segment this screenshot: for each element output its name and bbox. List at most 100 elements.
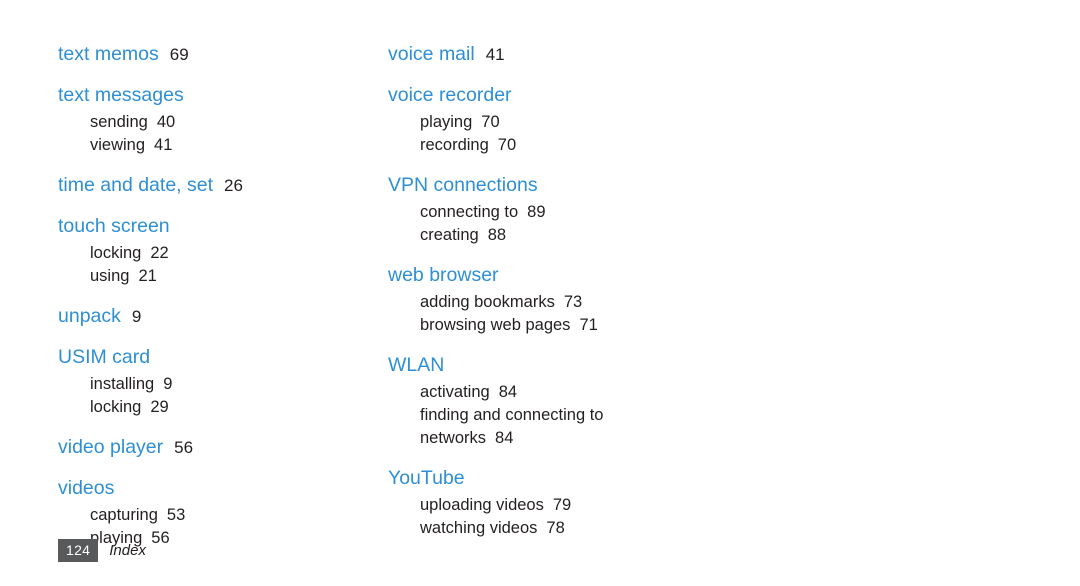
index-term-label: text messages: [58, 84, 184, 106]
index-subentry-page: 70: [497, 136, 517, 154]
index-entry: voice recorder playing 70 recording 70: [388, 79, 718, 169]
index-subentry[interactable]: using 21: [90, 265, 388, 288]
index-subentry-label: locking: [90, 244, 142, 262]
index-term-label: videos: [58, 477, 115, 499]
index-term-label: VPN connections: [388, 174, 538, 196]
index-subentry-page: 88: [487, 226, 507, 244]
entry-spacer: [58, 157, 388, 169]
index-entry: USIM card installing 9 locking 29: [58, 341, 388, 431]
index-subentry[interactable]: watching videos 78: [420, 517, 718, 540]
index-subentry-page: 29: [150, 398, 169, 416]
index-subentry[interactable]: finding and connecting to: [420, 404, 718, 427]
index-subentry-label: installing: [90, 375, 155, 393]
entry-spacer: [388, 71, 718, 79]
entry-spacer: [388, 247, 718, 259]
index-entry: touch screen locking 22 using 21: [58, 210, 388, 300]
index-columns: text memos 69 text messages sending 40 viewin…: [0, 38, 1080, 562]
index-subentry-page: 40: [156, 113, 176, 131]
index-subentry-label: capturing: [90, 506, 158, 524]
index-term-page: 41: [485, 45, 505, 64]
entry-spacer: [58, 202, 388, 210]
index-term-label: USIM card: [58, 346, 151, 368]
index-entry: time and date, set 26: [58, 169, 388, 210]
index-subentry[interactable]: creating 88: [420, 224, 718, 247]
index-subentry[interactable]: capturing 53: [90, 504, 388, 527]
entry-spacer: [388, 157, 718, 169]
index-subentry[interactable]: uploading videos 79: [420, 494, 718, 517]
index-subentry[interactable]: viewing 41: [90, 134, 388, 157]
index-subentry[interactable]: installing 9: [90, 373, 388, 396]
index-subentry-page: 79: [552, 496, 572, 514]
index-term-page: 26: [224, 176, 243, 195]
index-entry-term[interactable]: unpack 9: [58, 300, 388, 333]
index-subentry-label: playing: [420, 113, 473, 131]
index-subentry[interactable]: locking 22: [90, 242, 388, 265]
index-term-label: web browser: [388, 264, 499, 286]
index-term-label: unpack: [58, 305, 121, 327]
entry-spacer: [58, 419, 388, 431]
index-subentry-page: 71: [579, 316, 598, 334]
index-subentry[interactable]: recording 70: [420, 134, 718, 157]
index-subentry-label: networks: [420, 429, 487, 447]
index-entry-term[interactable]: VPN connections: [388, 169, 718, 201]
index-column-right: voice mail 41 voice recorder playing 70 recor…: [388, 38, 718, 562]
index-subentry[interactable]: connecting to 89: [420, 201, 718, 224]
index-entry: voice mail 41: [388, 38, 718, 79]
entry-spacer: [388, 450, 718, 462]
index-term-label: text memos: [58, 43, 159, 65]
index-entry: WLAN activating 84 finding and connecting t…: [388, 349, 718, 462]
index-subentry-label: watching videos: [420, 519, 538, 537]
index-subentry[interactable]: activating 84: [420, 381, 718, 404]
index-entry-term[interactable]: USIM card: [58, 341, 388, 373]
entry-spacer: [388, 540, 718, 552]
index-subentry-label: connecting to: [420, 203, 519, 221]
page-footer: 124 Index: [58, 539, 146, 562]
entry-spacer: [58, 288, 388, 300]
index-entry-term[interactable]: voice recorder: [388, 79, 718, 111]
index-subentry-page: 84: [498, 383, 518, 401]
entry-spacer: [58, 71, 388, 79]
index-term-page: 9: [131, 307, 142, 326]
index-entry-term[interactable]: text messages: [58, 79, 388, 111]
index-subentry-label: browsing web pages: [420, 316, 571, 334]
index-subentry-label: locking: [90, 398, 142, 416]
index-entry: video player 56: [58, 431, 388, 472]
index-term-label: voice mail: [388, 43, 475, 65]
index-entry-term[interactable]: WLAN: [388, 349, 718, 381]
index-entry: web browser adding bookmarks 73 browsing we…: [388, 259, 718, 349]
index-entry: text memos 69: [58, 38, 388, 79]
index-term-label: voice recorder: [388, 84, 512, 106]
index-subentry[interactable]: adding bookmarks 73: [420, 291, 718, 314]
index-entry-term[interactable]: touch screen: [58, 210, 388, 242]
index-entry-term[interactable]: YouTube: [388, 462, 718, 494]
index-subentry-label: sending: [90, 113, 148, 131]
index-term-label: touch screen: [58, 215, 170, 237]
index-subentry[interactable]: browsing web pages 71: [420, 314, 718, 337]
index-subentry[interactable]: playing 70: [420, 111, 718, 134]
index-subentry-page: 53: [166, 506, 186, 524]
page-number: 124: [58, 539, 99, 562]
index-entry-term[interactable]: text memos 69: [58, 38, 388, 71]
index-term-page: 69: [169, 45, 189, 64]
index-term-label: YouTube: [388, 467, 465, 489]
index-subentry-page: 89: [527, 203, 546, 221]
index-entry-term[interactable]: time and date, set 26: [58, 169, 388, 202]
index-subentry-page: 41: [154, 136, 173, 154]
index-subentry-label: finding and connecting to: [420, 406, 604, 424]
index-entry: VPN connections connecting to 89 creating 88: [388, 169, 718, 259]
index-entry: text messages sending 40 viewing 41: [58, 79, 388, 169]
index-subentry[interactable]: networks 84: [420, 427, 718, 450]
index-term-label: WLAN: [388, 354, 445, 376]
index-subentry-page: 9: [163, 375, 173, 393]
index-subentry[interactable]: locking 29: [90, 396, 388, 419]
index-subentry[interactable]: sending 40: [90, 111, 388, 134]
index-entry-term[interactable]: videos: [58, 472, 388, 504]
index-entry-term[interactable]: web browser: [388, 259, 718, 291]
index-entry-term[interactable]: voice mail 41: [388, 38, 718, 71]
index-entry: YouTube uploading videos 79 watching videos…: [388, 462, 718, 552]
index-subentry-page: 21: [138, 267, 157, 285]
index-entry-term[interactable]: video player 56: [58, 431, 388, 464]
index-subentry-label: using: [90, 267, 130, 285]
index-subentry-page: 78: [546, 519, 565, 537]
index-subentry-label: activating: [420, 383, 490, 401]
